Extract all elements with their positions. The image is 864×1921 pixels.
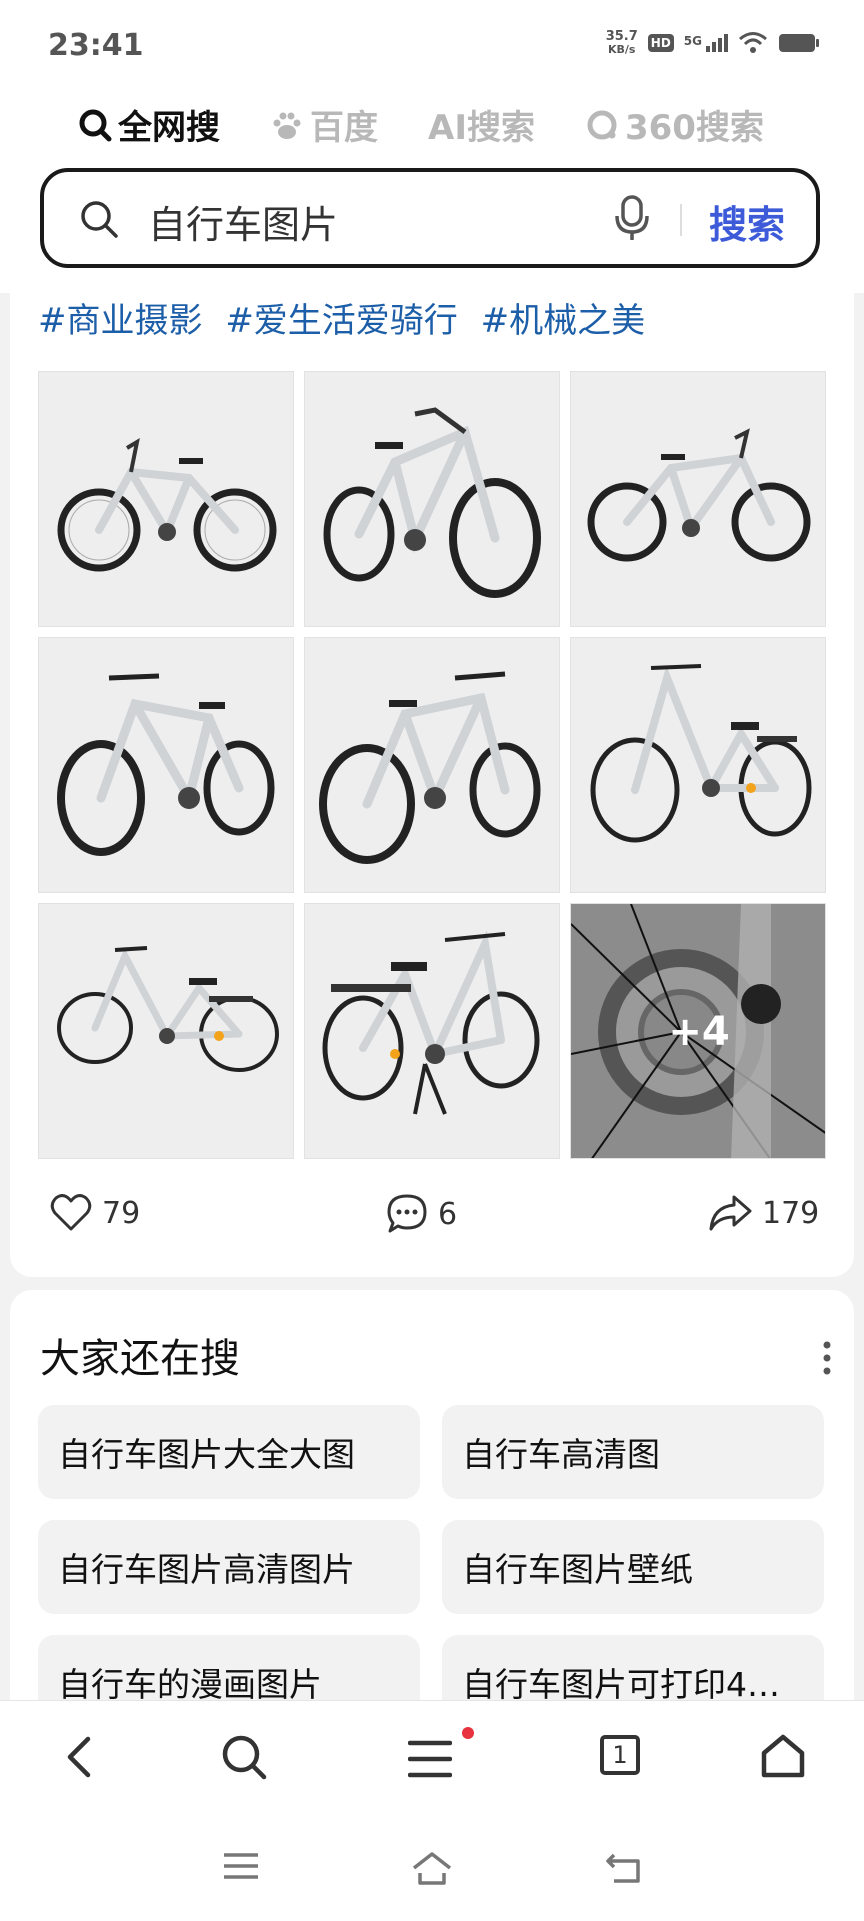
system-back-icon[interactable] [604, 1851, 644, 1885]
signal-icon: 5G [684, 34, 728, 52]
tab-label: 360搜索 [624, 108, 764, 148]
image-grid: +4 [38, 371, 826, 1159]
tag-link[interactable]: #爱生活爱骑行 [225, 301, 458, 341]
menu-icon[interactable] [408, 1739, 452, 1779]
related-searches-card: 大家还在搜 自行车图片大全大图 自行车高清图 自行车图片高清图片 自行车图片壁纸… [10, 1290, 854, 1729]
like-button[interactable]: 79 [50, 1193, 140, 1233]
battery-icon [779, 34, 819, 52]
bicycle-image[interactable] [304, 903, 560, 1159]
share-icon [709, 1195, 752, 1231]
search-icon[interactable] [220, 1733, 268, 1781]
search-icon [79, 109, 112, 141]
tab-all-web[interactable]: 全网搜 [78, 100, 220, 149]
more-options-icon[interactable] [822, 1340, 832, 1376]
tab-360-search[interactable]: 360搜索 [585, 100, 764, 149]
related-search-item[interactable]: 自行车图片大全大图 [38, 1405, 420, 1499]
search-box[interactable]: 自行车图片 搜索 [40, 168, 820, 268]
notification-dot [462, 1727, 474, 1739]
paw-icon [273, 112, 301, 139]
wifi-icon [739, 32, 767, 53]
status-bar: 23:41 35.7 KB/s HD 5G [0, 0, 864, 90]
tag-link[interactable]: #商业摄影 [38, 301, 203, 341]
related-search-item[interactable]: 自行车图片壁纸 [442, 1520, 824, 1614]
related-search-item[interactable]: 自行车图片高清图片 [38, 1520, 420, 1614]
comment-icon [387, 1194, 427, 1233]
post-card: #商业摄影 #爱生活爱骑行 #机械之美 +4 79 6 179 [10, 293, 854, 1277]
bicycle-image[interactable] [38, 903, 294, 1159]
status-icons: 35.7 KB/s HD 5G [606, 30, 820, 56]
like-count: 79 [102, 1195, 141, 1231]
tab-baidu[interactable]: 百度 [270, 100, 378, 149]
back-icon[interactable] [62, 1733, 98, 1781]
network-speed-unit: KB/s [608, 43, 636, 56]
top-header: 23:41 35.7 KB/s HD 5G 全网搜 百度 AI搜索 360搜索 … [0, 0, 864, 293]
360-logo-icon [587, 110, 617, 139]
bicycle-image[interactable] [38, 637, 294, 893]
tab-label: AI搜索 [428, 108, 535, 148]
network-speed-value: 35.7 [605, 29, 638, 44]
heart-icon [50, 1194, 92, 1231]
hd-badge: HD [647, 34, 674, 52]
bicycle-image[interactable] [38, 371, 294, 627]
post-actions: 79 6 179 [10, 1193, 854, 1253]
network-speed: 35.7 KB/s [606, 30, 638, 56]
related-search-item[interactable]: 自行车高清图 [442, 1405, 824, 1499]
search-divider [680, 204, 682, 236]
bicycle-image[interactable] [304, 371, 560, 627]
search-icon [81, 201, 118, 238]
home-icon[interactable] [760, 1733, 806, 1779]
system-home-icon[interactable] [410, 1851, 454, 1885]
microphone-icon[interactable] [610, 194, 654, 242]
search-button[interactable]: 搜索 [709, 194, 785, 249]
tag-link[interactable]: #机械之美 [481, 301, 646, 341]
tab-label: 全网搜 [118, 108, 220, 148]
search-input[interactable]: 自行车图片 [148, 194, 338, 249]
tabs-button[interactable]: 1 [600, 1735, 640, 1775]
tab-count: 1 [612, 1741, 628, 1769]
comment-count: 6 [438, 1196, 458, 1232]
bottom-toolbar: 1 [0, 1700, 864, 1921]
network-type: 5G [683, 34, 702, 48]
share-button[interactable]: 179 [708, 1193, 819, 1233]
related-searches-title: 大家还在搜 [40, 1336, 240, 1382]
more-images-count: +4 [668, 1009, 730, 1055]
status-time: 23:41 [48, 28, 144, 63]
bicycle-image[interactable] [304, 637, 560, 893]
comment-button[interactable]: 6 [386, 1193, 457, 1235]
system-menu-icon[interactable] [222, 1851, 260, 1881]
search-engine-tabs: 全网搜 百度 AI搜索 360搜索 [78, 100, 764, 149]
share-count: 179 [762, 1195, 820, 1231]
bicycle-image[interactable] [570, 371, 826, 627]
post-tags: #商业摄影 #爱生活爱骑行 #机械之美 [38, 293, 657, 342]
more-images-tile[interactable]: +4 [570, 903, 826, 1159]
tab-label: 百度 [310, 108, 378, 148]
tab-ai-search[interactable]: AI搜索 [428, 100, 535, 149]
bicycle-image[interactable] [570, 637, 826, 893]
